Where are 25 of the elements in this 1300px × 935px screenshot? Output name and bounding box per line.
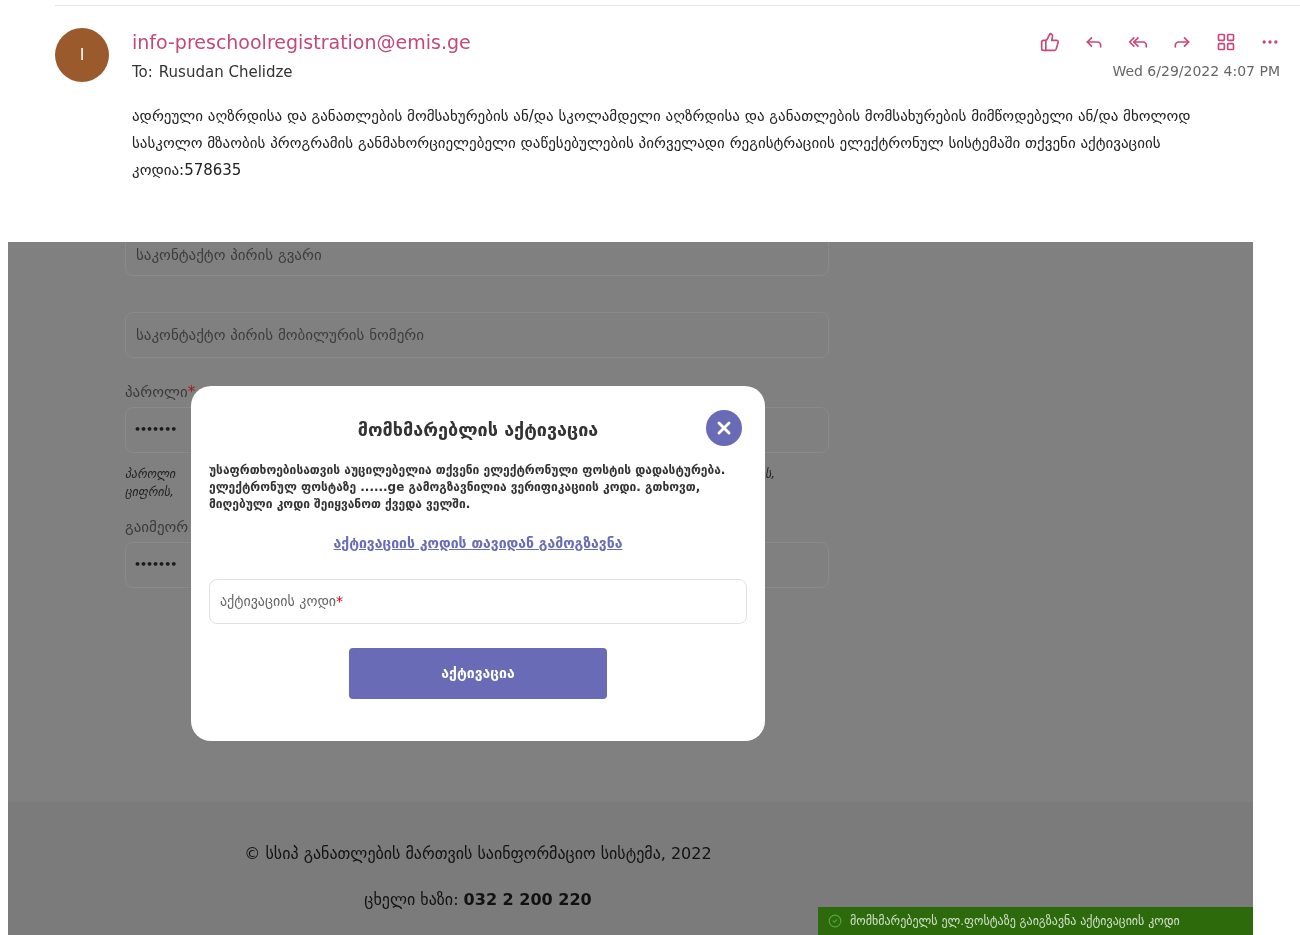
- copyright-text: © სსიპ განათლების მართვის საინფორმაციო სისტემა, 2022: [244, 843, 712, 865]
- close-button[interactable]: [706, 410, 742, 446]
- field-label: პაროლი*: [125, 383, 196, 401]
- sender-address[interactable]: info-preschoolregistration@emis.ge: [132, 28, 471, 57]
- recipient-label: To:: [132, 61, 153, 83]
- text-input-field[interactable]: საკონტაქტო პირის მობილურის ნომერი: [125, 312, 829, 358]
- avatar: I: [55, 28, 109, 82]
- recipient-name: Rusudan Chelidze: [158, 61, 293, 83]
- apps-icon[interactable]: [1216, 32, 1236, 53]
- resend-code-link[interactable]: აქტივაციის კოდის თავიდან გამოგზავნა: [333, 533, 623, 554]
- email-body: ადრეული აღზრდისა და განათლების მომსახურების ან/და სკოლამდელი აღზრდისა და განათლების მომსახურების მიმწოდებელი ან/და მხოლოდ სასკოლო მზაობის პროგრამის განმახორციელებელი დაწესებულების პირველადი რეგისტრაციის ელექტრონულ სისტემაში თქვენი აქტივაციის კოდია:578635: [132, 106, 1192, 181]
- password-hint: ს,: [764, 466, 775, 483]
- activation-code-field[interactable]: აქტივაციის კოდი*: [209, 579, 747, 624]
- password-hint: პაროლი: [125, 466, 176, 483]
- field-label: გაიმეორ: [125, 518, 189, 536]
- activate-button[interactable]: აქტივაცია: [349, 648, 607, 699]
- toast-notification: მომხმარებელს ელ.ფოსტაზე გაიგზავნა აქტივაციის კოდი: [818, 907, 1253, 935]
- text-input-field[interactable]: საკონტაქტო პირის გვარი: [125, 242, 829, 276]
- sent-date: Wed 6/29/2022 4:07 PM: [1112, 62, 1280, 82]
- dialog-title: მომხმარებლის აქტივაცია: [357, 417, 599, 442]
- like-icon[interactable]: [1040, 32, 1060, 53]
- hotline-text: ცხელი ხაზი: 032 2 200 220: [364, 889, 592, 911]
- check-icon: [828, 914, 842, 928]
- password-hint: ციფრის,: [125, 484, 175, 501]
- dialog-message: უსაფრთხოებისათვის აუცილებელია თქვენი ელექტრონული ფოსტის დადასტურება. ელექტრონულ ფოსტაზე ......ge გამოგზავნილია ვერიფიკაციის კოდი. გთხოვთ, მიღებული კოდი შეიყვანოთ ქვედა ველში.: [209, 462, 727, 513]
